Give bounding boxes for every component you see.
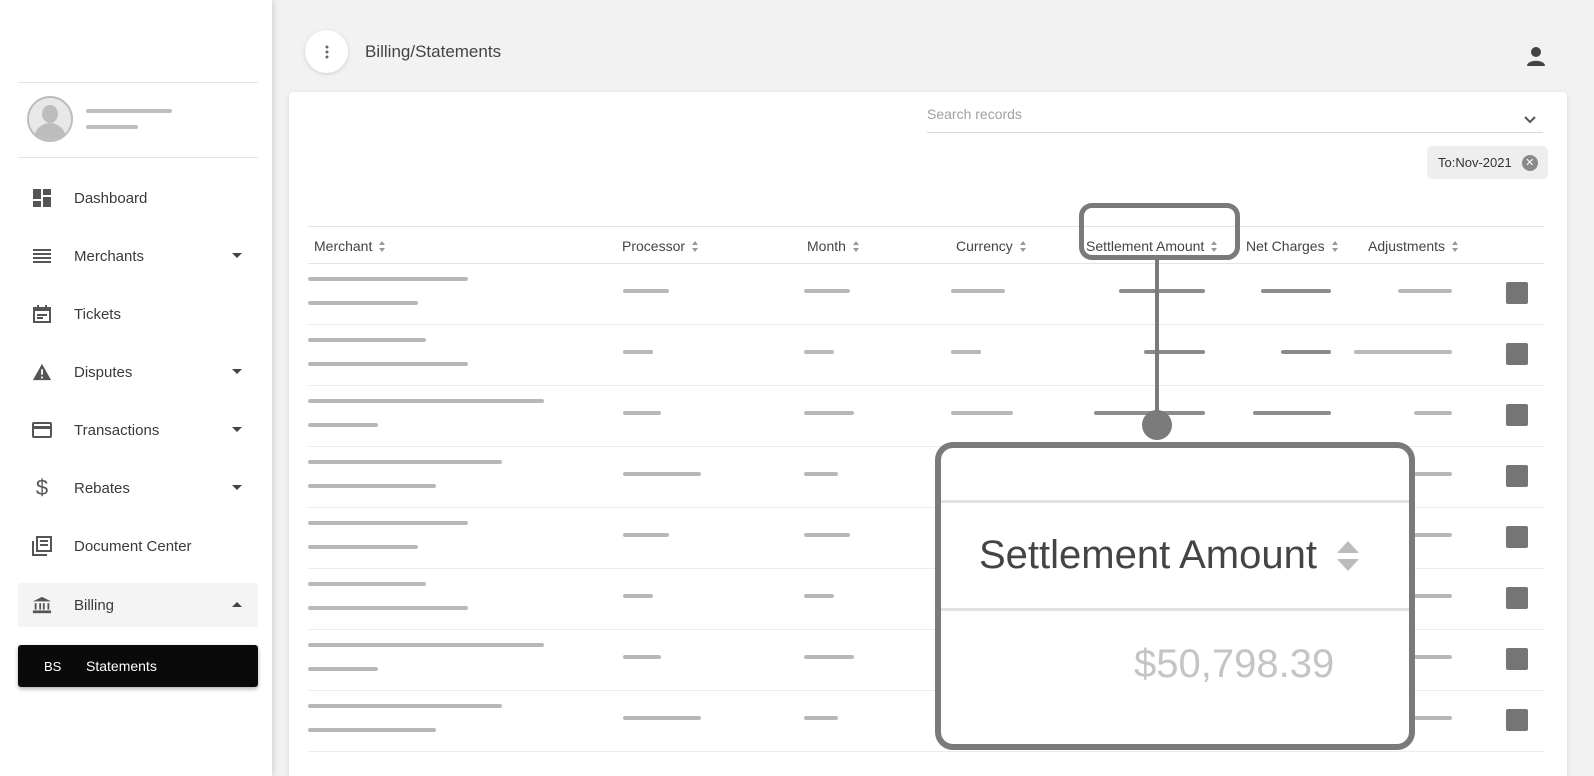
zoom-callout: Settlement Amount $50,798.39: [935, 442, 1415, 750]
sort-icon: [1452, 240, 1459, 252]
row-action-button[interactable]: [1506, 282, 1528, 304]
table-row[interactable]: [308, 264, 1544, 325]
more-menu-button[interactable]: [305, 30, 348, 73]
sidebar-item-document-center[interactable]: Document Center: [18, 524, 258, 568]
sidebar-item-tickets[interactable]: Tickets: [18, 292, 258, 336]
sidebar-divider: [18, 82, 258, 83]
sidebar-item-label: Dashboard: [74, 189, 148, 207]
dashboard-icon: [32, 188, 52, 208]
sidebar-item-rebates[interactable]: $ Rebates: [18, 466, 258, 510]
search-bar: [927, 106, 1543, 133]
library-books-icon: [32, 536, 52, 556]
sidebar-item-label: Merchants: [74, 247, 145, 265]
sidebar-subitem-statements[interactable]: BS Statements: [18, 645, 258, 687]
column-header-month[interactable]: Month: [807, 238, 860, 254]
row-action-button[interactable]: [1506, 587, 1528, 609]
column-header-net-charges[interactable]: Net Charges: [1246, 238, 1339, 254]
column-header-currency[interactable]: Currency: [956, 238, 1027, 254]
sidebar-item-dashboard[interactable]: Dashboard: [18, 176, 258, 220]
person-icon[interactable]: [1524, 44, 1548, 68]
row-action-button[interactable]: [1506, 404, 1528, 426]
sidebar-item-disputes[interactable]: Disputes: [18, 350, 258, 394]
subitem-abbr: BS: [44, 658, 62, 674]
sidebar-item-transactions[interactable]: Transactions: [18, 408, 258, 452]
bank-icon: [32, 595, 52, 615]
user-name-placeholder: [86, 109, 172, 113]
user-profile-block: [18, 92, 258, 158]
credit-card-icon: [32, 420, 52, 440]
search-input[interactable]: [927, 106, 1507, 122]
subitem-label: Statements: [86, 658, 157, 674]
sort-icon: [379, 240, 386, 252]
user-role-placeholder: [86, 125, 138, 129]
sort-icon: [1336, 540, 1359, 571]
caret-down-icon: [232, 427, 242, 432]
page-title: Billing/Statements: [365, 42, 502, 61]
table-row[interactable]: [308, 386, 1544, 447]
zoom-column-header: Settlement Amount: [979, 533, 1359, 578]
table-row[interactable]: [308, 325, 1544, 386]
row-action-button[interactable]: [1506, 648, 1528, 670]
sidebar-item-label: Billing: [74, 596, 115, 614]
column-header-adjustments[interactable]: Adjustments: [1368, 238, 1459, 254]
caret-down-icon: [232, 369, 242, 374]
sidebar-item-label: Rebates: [74, 479, 130, 497]
sidebar-item-merchants[interactable]: Merchants: [18, 234, 258, 278]
caret-down-icon: [232, 253, 242, 258]
row-action-button[interactable]: [1506, 343, 1528, 365]
sidebar: Dashboard Merchants Tickets Disputes Tra…: [0, 0, 272, 776]
row-action-button[interactable]: [1506, 465, 1528, 487]
sort-icon: [1019, 240, 1027, 252]
dollar-icon: $: [35, 475, 49, 500]
sidebar-item-label: Transactions: [74, 421, 160, 439]
sort-icon: [1331, 240, 1339, 252]
chevron-down-icon[interactable]: [1523, 112, 1537, 126]
sidebar-item-label: Tickets: [74, 305, 121, 323]
sort-icon: [852, 240, 860, 252]
filter-chip-label: To:Nov-2021: [1438, 155, 1512, 170]
more-vert-icon: [325, 45, 328, 58]
list-icon: [32, 246, 52, 266]
filter-chip: To:Nov-2021 ✕: [1427, 146, 1548, 179]
sidebar-item-label: Disputes: [74, 363, 133, 381]
close-icon[interactable]: ✕: [1521, 154, 1538, 171]
sidebar-item-label: Document Center: [74, 537, 192, 555]
sort-icon: [692, 240, 699, 252]
caret-up-icon: [232, 602, 242, 607]
zoom-settlement-value: $50,798.39: [1134, 642, 1335, 686]
row-action-button[interactable]: [1506, 526, 1528, 548]
row-action-button[interactable]: [1506, 709, 1528, 731]
table-header: Merchant Processor Month Currency Settle…: [308, 226, 1544, 264]
caret-down-icon: [232, 485, 242, 490]
callout-connector: [1155, 260, 1159, 426]
highlight-box: [1079, 203, 1240, 260]
column-header-merchant[interactable]: Merchant: [314, 238, 386, 254]
calendar-icon: [32, 304, 52, 324]
callout-connector-dot: [1142, 410, 1172, 440]
avatar: [27, 96, 73, 142]
column-header-processor[interactable]: Processor: [622, 238, 699, 254]
sidebar-item-billing[interactable]: Billing: [18, 583, 258, 627]
warning-icon: [32, 362, 52, 382]
